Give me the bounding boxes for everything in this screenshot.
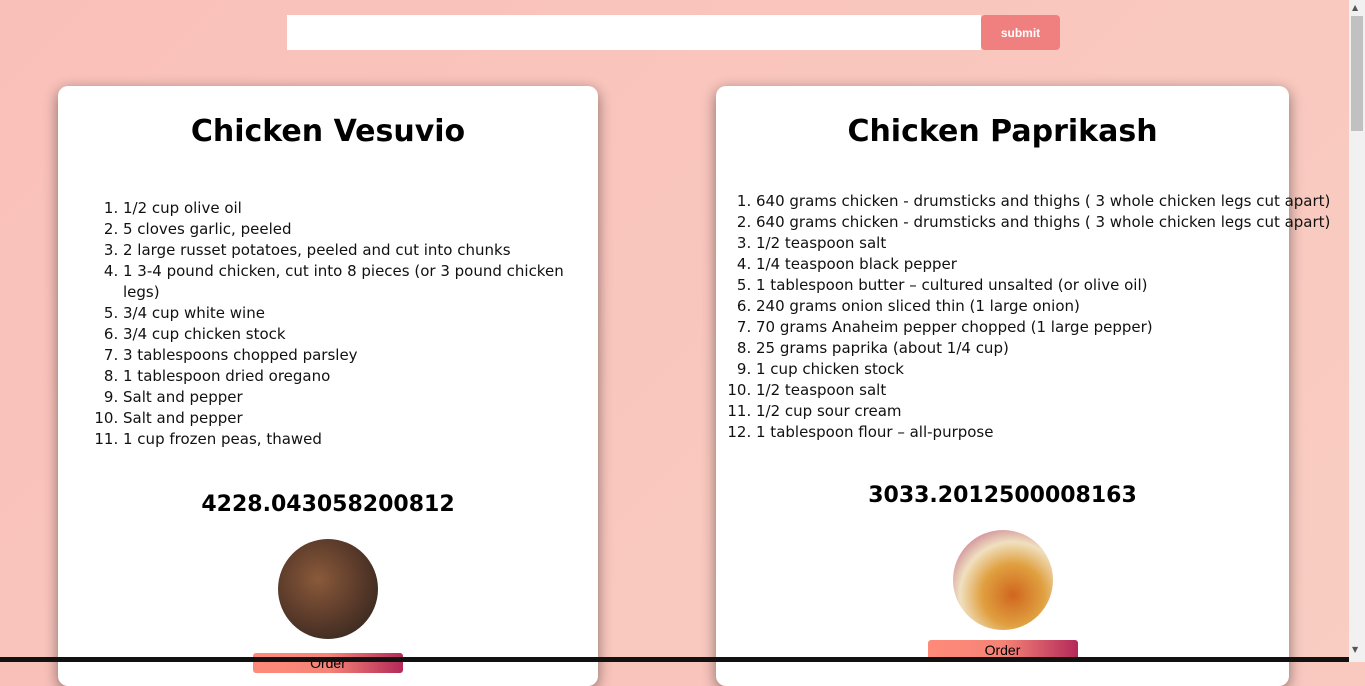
ingredient: Salt and pepper	[123, 387, 598, 408]
ingredient: 1/4 teaspoon black pepper	[756, 254, 1289, 275]
ingredient: 3/4 cup chicken stock	[123, 324, 598, 345]
ingredient: 1 3-4 pound chicken, cut into 8 pieces (…	[123, 261, 598, 303]
ingredient: 5 cloves garlic, peeled	[123, 219, 598, 240]
search-input[interactable]	[287, 15, 981, 50]
ingredient: 70 grams Anaheim pepper chopped (1 large…	[756, 317, 1289, 338]
submit-button[interactable]: submit	[981, 15, 1060, 50]
ingredient: 2 large russet potatoes, peeled and cut …	[123, 240, 598, 261]
ingredient: 640 grams chicken - drumsticks and thigh…	[756, 191, 1330, 212]
taskbar	[0, 657, 1349, 662]
ingredient: 3/4 cup white wine	[123, 303, 598, 324]
recipe-title: Chicken Paprikash	[847, 114, 1158, 149]
ingredient: Salt and pepper	[123, 408, 598, 429]
ingredient: 1 cup chicken stock	[756, 359, 1289, 380]
recipe-image	[278, 539, 378, 639]
scrollbar-thumb[interactable]	[1351, 16, 1363, 131]
ingredient: 640 grams chicken - drumsticks and thigh…	[756, 212, 1330, 233]
recipe-card: Chicken Vesuvio 1/2 cup olive oil 5 clov…	[58, 86, 598, 686]
search-bar: submit	[287, 15, 1060, 50]
ingredient: 1 tablespoon butter – cultured unsalted …	[756, 275, 1289, 296]
ingredient: 1 tablespoon flour – all-purpose	[756, 422, 1289, 443]
order-button[interactable]: Order	[253, 653, 403, 673]
scrollbar[interactable]: ▲ ▼	[1349, 0, 1365, 662]
recipe-card: Chicken Paprikash 640 grams chicken - dr…	[716, 86, 1330, 686]
ingredient: 3 tablespoons chopped parsley	[123, 345, 598, 366]
ingredient: 240 grams onion sliced thin (1 large oni…	[756, 296, 1289, 317]
ingredient: 1/2 cup olive oil	[123, 198, 598, 219]
ingredient: 1 cup frozen peas, thawed	[123, 429, 598, 450]
recipe-title: Chicken Vesuvio	[190, 114, 466, 149]
scroll-down-icon[interactable]: ▼	[1352, 645, 1358, 654]
ingredient-list: 640 grams chicken - drumsticks and thigh…	[756, 191, 1330, 443]
ingredient: 1/2 teaspoon salt	[756, 380, 1289, 401]
ingredient: 25 grams paprika (about 1/4 cup)	[756, 338, 1289, 359]
recipe-price: 3033.2012500008163	[868, 483, 1137, 508]
recipe-image	[952, 530, 1053, 630]
recipe-price: 4228.043058200812	[201, 492, 455, 517]
ingredient-list: 1/2 cup olive oil 5 cloves garlic, peele…	[123, 198, 598, 450]
ingredient: 1/2 teaspoon salt	[756, 233, 1289, 254]
scroll-up-icon[interactable]: ▲	[1352, 3, 1358, 12]
ingredient: 1 tablespoon dried oregano	[123, 366, 598, 387]
ingredient: 1/2 cup sour cream	[756, 401, 1289, 422]
